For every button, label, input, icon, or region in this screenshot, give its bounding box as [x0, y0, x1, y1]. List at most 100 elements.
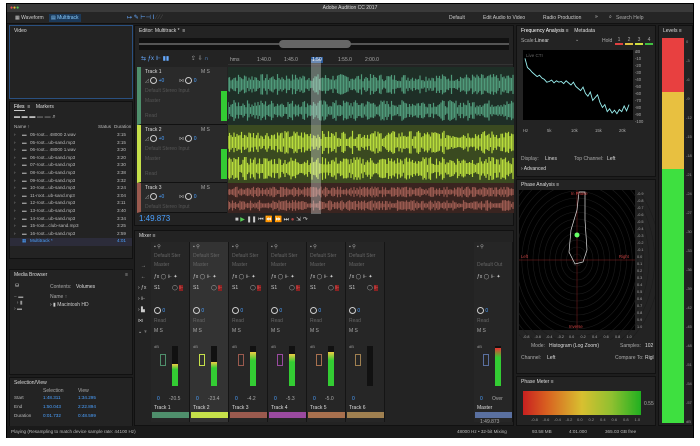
- expand-icon[interactable]: ›: [14, 147, 16, 152]
- expand-icon[interactable]: ›: [14, 223, 16, 228]
- send-controls[interactable]: S1 ◯ ⊩: [193, 285, 223, 291]
- file-row[interactable]: › ▬ 06-root...ub-sand.mp3 3:20: [10, 155, 132, 163]
- volume-knob[interactable]: ◿ +0: [145, 77, 164, 84]
- expand-icon[interactable]: ›: [14, 216, 16, 221]
- file-row[interactable]: › ▬ 16-root...ub-sand.mp3 2:59: [10, 231, 132, 239]
- mute-solo-buttons[interactable]: M S: [201, 69, 210, 75]
- scale-dropdown[interactable]: Linear: [535, 38, 549, 44]
- pan-knob[interactable]: 0: [154, 307, 165, 314]
- timeline-ruler[interactable]: hms 1:40.0 1:45.0 1:50 1:55.0 2:00.0: [228, 56, 513, 65]
- expand-icon[interactable]: ›: [14, 193, 16, 198]
- fader-handle[interactable]: [316, 354, 322, 366]
- top-channel-dropdown[interactable]: Left: [607, 156, 615, 162]
- fx-controls[interactable]: ƒx ◯ ⊩ ✦: [477, 274, 501, 280]
- overview-view-handle[interactable]: [279, 40, 351, 48]
- hold-button[interactable]: 3: [635, 37, 643, 45]
- files-toolbar[interactable]: ▬ ▬ ▬ ▬ ▬ ⌕: [14, 114, 56, 121]
- strip-header-icons[interactable]: ▪ ⚲: [232, 244, 239, 250]
- volume-value[interactable]: 0: [157, 396, 160, 402]
- mute-solo-buttons[interactable]: M S: [201, 127, 210, 133]
- pan-knob[interactable]: 0: [310, 307, 321, 314]
- fx-controls[interactable]: ƒx ◯ ⊩ ✦: [232, 274, 256, 280]
- session-row[interactable]: ▦ Multitrack * 4:01: [10, 238, 132, 246]
- fader-handle[interactable]: [160, 354, 166, 366]
- tab-files[interactable]: Files: [14, 104, 25, 111]
- volume-value[interactable]: 0: [352, 396, 355, 402]
- hold-button[interactable]: 4: [645, 37, 653, 45]
- pan-knob[interactable]: 0: [232, 307, 243, 314]
- strip-name[interactable]: Track 5: [310, 405, 326, 411]
- strip-name[interactable]: Master: [477, 405, 492, 411]
- col-status[interactable]: Status: [98, 124, 111, 129]
- fx-controls[interactable]: ƒx ◯ ⊩ ✦: [271, 274, 295, 280]
- mute-solo-buttons[interactable]: M S: [154, 328, 163, 334]
- editor-tool-icons[interactable]: ⇆ ƒx ⊩ ▮▮ ⇪ ⇩ ∩: [141, 55, 209, 62]
- volume-knob[interactable]: ◿ +0: [145, 193, 164, 200]
- volume-value[interactable]: 0: [196, 396, 199, 402]
- media-browser-menu-icon[interactable]: ≡: [125, 272, 128, 278]
- pan-knob[interactable]: 0: [193, 307, 204, 314]
- mute-solo-buttons[interactable]: M S: [201, 185, 210, 191]
- strip-header-icons[interactable]: ▪ ⚲: [271, 244, 278, 250]
- track-waveform[interactable]: [228, 125, 514, 183]
- selection-value[interactable]: 1:48.311: [43, 395, 61, 400]
- strip-header-icons[interactable]: ▪ ⚲: [193, 244, 200, 250]
- automation-mode[interactable]: Read: [154, 318, 166, 324]
- track-name[interactable]: Track 1: [145, 69, 161, 75]
- file-row[interactable]: › ▬ 10-root...ub-sand.mp3 3:24: [10, 185, 132, 193]
- file-row[interactable]: › ▬ 12-root...ub-sand.mp3 3:11: [10, 200, 132, 208]
- volume-knob[interactable]: ◿ +0: [145, 135, 164, 142]
- mute-solo-buttons[interactable]: M S: [349, 328, 358, 334]
- multitrack-view-button[interactable]: ▤ Multitrack: [49, 14, 81, 22]
- mute-solo-buttons[interactable]: M S: [232, 328, 241, 334]
- fx-controls[interactable]: ƒx ◯ ⊩ ✦: [193, 274, 217, 280]
- advanced-toggle[interactable]: › Advanced: [521, 166, 546, 172]
- hold-button[interactable]: 1: [615, 37, 623, 45]
- automation-mode[interactable]: Read: [271, 318, 283, 324]
- automation-mode[interactable]: Read: [310, 318, 322, 324]
- strip-name[interactable]: Track 4: [271, 405, 287, 411]
- send-controls[interactable]: S1 ◯ ⊩: [271, 285, 301, 291]
- scale-chevron-icon[interactable]: ⌄: [575, 37, 579, 43]
- strip-color-bar[interactable]: [269, 412, 306, 418]
- name-column[interactable]: Name ↑: [50, 294, 67, 300]
- hold-button[interactable]: 2: [625, 37, 633, 45]
- track-header[interactable]: Track 1 M S ◿ +0 ⋈ 0 Default Stereo Input Mas…: [137, 67, 227, 125]
- fader-handle[interactable]: [238, 354, 244, 366]
- strip-input[interactable]: Default Ster: [310, 253, 336, 259]
- strip-input[interactable]: Default Ster: [349, 253, 375, 259]
- send-controls[interactable]: S1 ◯ ⊩: [232, 285, 262, 291]
- file-row[interactable]: › ▬ 09-root...ub-sand.mp3 3:32: [10, 178, 132, 186]
- pan-knob[interactable]: ⋈ 0: [179, 77, 197, 84]
- window-controls[interactable]: ●●●: [10, 6, 19, 11]
- view-value[interactable]: 1:34.295: [78, 395, 96, 400]
- fader-handle[interactable]: [355, 354, 361, 366]
- strip-output[interactable]: Master: [349, 262, 364, 268]
- automation-mode[interactable]: Read: [232, 318, 244, 324]
- expand-icon[interactable]: ›: [14, 178, 16, 183]
- strip-header-icons[interactable]: ▪ ⚲: [477, 244, 484, 250]
- track-input[interactable]: Default Stereo Input: [145, 88, 189, 94]
- strip-input[interactable]: Default Ster: [154, 253, 180, 259]
- strip-name[interactable]: Track 6: [349, 405, 365, 411]
- playhead[interactable]: [311, 59, 321, 214]
- drive-icon[interactable]: ⛁: [15, 283, 19, 289]
- transport-controls[interactable]: ■ ▶ ❚❚ ⏮ ⏪ ⏩ ⏭ ● ⇲ ↷: [235, 216, 308, 224]
- track-input[interactable]: Default Stereo Input: [145, 204, 189, 210]
- samples-value[interactable]: 102: [645, 343, 653, 349]
- col-name[interactable]: Name ↑: [14, 124, 30, 129]
- strip-header-icons[interactable]: ▪ ⚲: [349, 244, 356, 250]
- track-header[interactable]: Track 2 M S ◿ +0 ⋈ 0 Default Stereo Input Mas…: [137, 125, 227, 183]
- expand-icon[interactable]: ›: [14, 170, 16, 175]
- strip-output[interactable]: Master: [271, 262, 286, 268]
- selection-value[interactable]: 0:01.732: [43, 413, 61, 418]
- strip-color-bar[interactable]: [230, 412, 267, 418]
- send-controls[interactable]: S1 ◯ ⊩: [310, 285, 340, 291]
- mode-dropdown[interactable]: Histogram (Log Zoom): [549, 343, 599, 349]
- strip-color-bar[interactable]: [191, 412, 228, 418]
- expand-icon[interactable]: ›: [14, 162, 16, 167]
- strip-output[interactable]: Master: [310, 262, 325, 268]
- file-row[interactable]: › ▬ 11-root...ub-sand.mp3 3:04: [10, 193, 132, 201]
- strip-name[interactable]: Track 3: [232, 405, 248, 411]
- track-output[interactable]: Master: [145, 156, 160, 162]
